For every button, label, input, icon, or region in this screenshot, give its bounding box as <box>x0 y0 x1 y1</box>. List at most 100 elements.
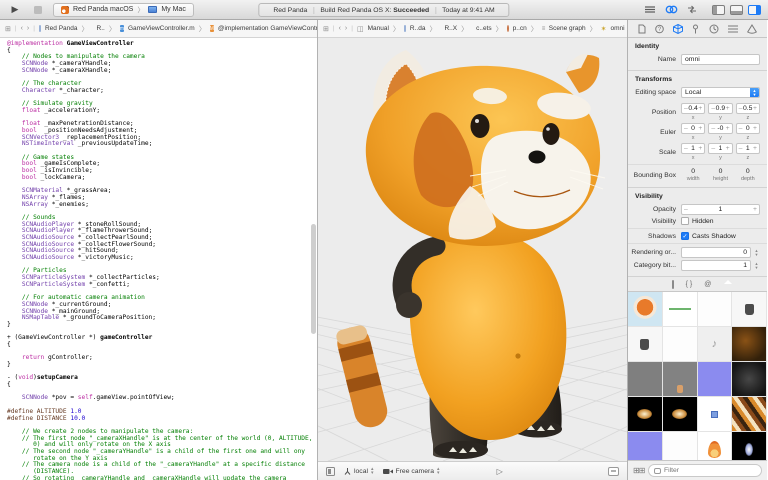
assistant-mode-icon: ◫ <box>357 25 364 33</box>
forward-button[interactable]: › <box>27 25 29 32</box>
library-asset-spritedark[interactable] <box>732 292 767 327</box>
euler-y-stepper[interactable]: –-0+ <box>708 123 732 134</box>
back-button[interactable]: ‹ <box>339 25 341 32</box>
name-field[interactable]: omni <box>681 54 760 65</box>
breadcrumb-group[interactable]: R.. <box>97 25 105 32</box>
code-snippet-library-tab[interactable]: { } <box>686 281 693 288</box>
scale-z-stepper[interactable]: –1+ <box>736 143 760 154</box>
casts-shadow-checkbox[interactable]: ✓ <box>681 232 689 240</box>
scene-play-button[interactable]: ▷ <box>497 467 503 476</box>
scheme-selector[interactable]: Red Panda macOS 〉 My Mac <box>53 3 194 17</box>
scale-x-stepper[interactable]: –1+ <box>681 143 705 154</box>
category-mask-field[interactable]: 1 <box>681 260 751 271</box>
utilities-panel-toggle[interactable] <box>748 5 761 15</box>
scenekit-viewport[interactable] <box>318 38 627 461</box>
euler-z-stepper[interactable]: –0+ <box>736 123 760 134</box>
panda-paw <box>396 292 422 318</box>
version-editor-button[interactable] <box>684 3 700 16</box>
library-asset-flame[interactable] <box>698 432 733 460</box>
breadcrumb-target[interactable]: R..X <box>444 25 457 32</box>
code-scrollbar[interactable] <box>311 224 316 335</box>
breadcrumb-manual[interactable]: Manual <box>368 25 389 32</box>
bounding-box-width: 0 <box>681 168 705 175</box>
breadcrumb-scene-file[interactable]: p..cn <box>513 25 527 32</box>
quick-help-tab[interactable]: ? <box>655 24 664 34</box>
position-z-stepper[interactable]: –0.5+ <box>736 103 760 114</box>
filter-input[interactable] <box>664 467 756 474</box>
library-asset-texdark[interactable] <box>732 362 767 397</box>
forward-button[interactable]: › <box>345 25 347 32</box>
library-asset-blank[interactable] <box>663 432 698 460</box>
library-filter[interactable] <box>648 464 762 477</box>
library-asset-texorange[interactable] <box>732 327 767 362</box>
library-asset-purple[interactable] <box>698 362 733 397</box>
breadcrumb-project[interactable]: R..da <box>410 25 426 32</box>
back-button[interactable]: ‹ <box>21 25 23 32</box>
library-asset-collage[interactable] <box>732 397 767 432</box>
grid-view-toggle-icon[interactable]: ⊞⊞ <box>633 466 644 475</box>
library-asset-panda[interactable] <box>628 292 663 327</box>
opacity-label: Opacity <box>628 206 676 213</box>
breadcrumb-file[interactable]: GameViewController.m <box>128 25 195 32</box>
library-asset-moth[interactable] <box>663 397 698 432</box>
breadcrumb-project[interactable]: Red Panda <box>45 25 78 32</box>
omni-light-icon: ✶ <box>601 25 607 33</box>
transforms-header: Transforms <box>628 74 767 86</box>
implementation-icon: M <box>210 25 214 32</box>
breadcrumb-assets[interactable]: c..ets <box>476 25 492 32</box>
hidden-checkbox[interactable] <box>681 217 689 225</box>
library-asset-moth[interactable] <box>628 397 663 432</box>
node-panel-toggle-icon[interactable] <box>326 467 335 476</box>
standard-editor-button[interactable] <box>642 3 658 16</box>
stop-icon <box>34 6 42 14</box>
related-items-icon[interactable]: ⊞ <box>5 25 11 33</box>
breadcrumb-node[interactable]: omni <box>611 25 625 32</box>
library-asset-glow[interactable] <box>732 432 767 460</box>
editing-space-select[interactable]: Local ▲▼ <box>681 87 760 98</box>
scale-y-stepper[interactable]: –1+ <box>708 143 732 154</box>
breadcrumb-symbol[interactable]: @implementation GameViewController <box>218 25 317 32</box>
debug-panel-toggle[interactable] <box>730 5 743 15</box>
euler-label: Euler <box>628 129 676 136</box>
library-asset-music[interactable] <box>698 327 733 362</box>
library-asset-textg[interactable] <box>663 292 698 327</box>
source-editor[interactable]: @implementation GameViewController{ // N… <box>0 38 317 480</box>
code-line: float _accelerationY; <box>7 108 317 115</box>
pivot-mode-select[interactable]: local ▴▾ <box>344 467 374 475</box>
scene-inspector-tab[interactable] <box>728 24 738 34</box>
stepper-arrows-icon[interactable]: ▲▼ <box>753 249 760 256</box>
library-asset-purple[interactable] <box>628 432 663 460</box>
node-inspector-tab[interactable] <box>673 24 683 34</box>
stop-button[interactable] <box>30 3 46 16</box>
secondary-pane-icon[interactable] <box>608 467 619 476</box>
pivot-mode-value: local <box>354 468 368 475</box>
related-items-icon[interactable]: ⊞ <box>323 25 329 33</box>
opacity-stepper[interactable]: –1+ <box>681 204 760 215</box>
stepper-arrows-icon[interactable]: ▲▼ <box>753 262 760 269</box>
object-library-tab[interactable]: @ <box>704 281 711 288</box>
library-asset-gray[interactable] <box>628 362 663 397</box>
run-button[interactable]: ▶ <box>7 3 23 16</box>
library-asset-blank[interactable] <box>698 292 733 327</box>
materials-inspector-tab[interactable] <box>747 24 757 34</box>
assistant-editor-button[interactable] <box>663 3 679 16</box>
euler-x-stepper[interactable]: –0+ <box>681 123 705 134</box>
file-inspector-tab[interactable] <box>638 24 646 34</box>
camera-select[interactable]: Free camera ▴▾ <box>383 467 440 475</box>
library-asset-blank[interactable] <box>663 327 698 362</box>
right-panel-band <box>756 6 760 14</box>
position-y-stepper[interactable]: –0.9+ <box>708 103 732 114</box>
physics-inspector-tab[interactable] <box>709 24 719 34</box>
chevron-right-icon: 〉 <box>199 24 206 34</box>
position-x-stepper[interactable]: –0.4+ <box>681 103 705 114</box>
library-asset-spritedark[interactable] <box>628 327 663 362</box>
attributes-inspector-tab[interactable] <box>691 24 700 34</box>
utilities-inspector: ? Identity Name omni Transforms Editing … <box>628 20 767 480</box>
library-asset-grayfig[interactable] <box>663 362 698 397</box>
navigator-panel-toggle[interactable] <box>712 5 725 15</box>
library-asset-bluedot[interactable] <box>698 397 733 432</box>
file-template-library-tab[interactable] <box>672 281 674 288</box>
rendering-order-field[interactable]: 0 <box>681 247 751 258</box>
code-lines: @implementation GameViewController{ // N… <box>0 38 317 480</box>
breadcrumb-scene-graph[interactable]: Scene graph <box>549 25 586 32</box>
